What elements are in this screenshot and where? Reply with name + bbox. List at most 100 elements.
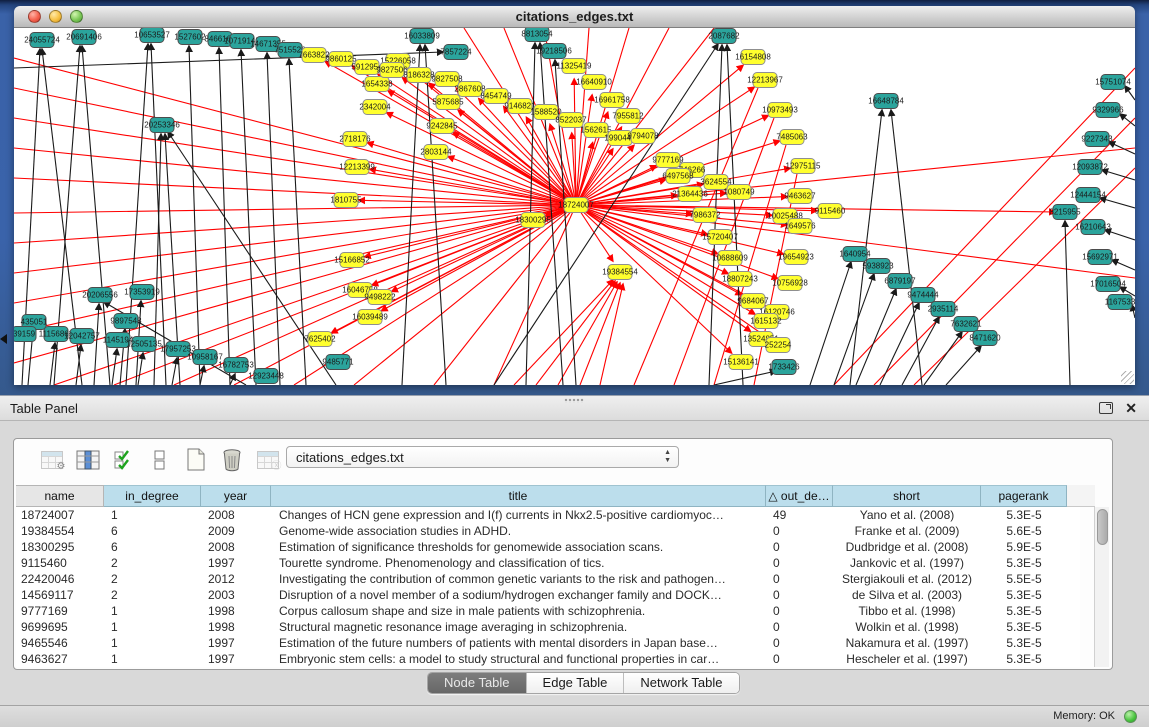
- table-row[interactable]: 1938455462009Genome-wide association stu…: [16, 523, 1080, 539]
- graph-node[interactable]: 9474444: [907, 288, 939, 303]
- graph-node[interactable]: 19384554: [602, 265, 638, 280]
- graph-node[interactable]: 12093872: [1072, 160, 1108, 175]
- graph-node[interactable]: 2718176: [339, 132, 371, 147]
- graph-node[interactable]: 12042757: [64, 329, 100, 344]
- graph-node[interactable]: 8215955: [1049, 205, 1081, 220]
- graph-node[interactable]: 252254: [765, 338, 792, 353]
- scrollbar-thumb[interactable]: [1097, 509, 1108, 545]
- graph-edge-selected[interactable]: [580, 283, 620, 385]
- graph-node[interactable]: 10756928: [772, 276, 808, 291]
- graph-edge-selected[interactable]: [576, 95, 592, 205]
- graph-node[interactable]: 1615132: [750, 314, 782, 329]
- graph-edge[interactable]: [856, 289, 896, 385]
- graph-edge[interactable]: [1125, 86, 1135, 100]
- graph-node[interactable]: 15692971: [1082, 250, 1118, 265]
- table-row[interactable]: 1872400712008Changes of HCN gene express…: [16, 507, 1080, 523]
- graph-node[interactable]: 12444154: [1070, 188, 1106, 203]
- tab-network-table[interactable]: Network Table: [624, 673, 738, 693]
- graph-node[interactable]: 7485063: [776, 130, 808, 145]
- graph-node[interactable]: 11325419: [557, 59, 593, 74]
- network-canvas[interactable]: 2405572420691406106535271527602846616010…: [14, 28, 1135, 385]
- graph-node[interactable]: 2935114: [928, 302, 959, 317]
- graph-node[interactable]: 8813054: [521, 28, 553, 42]
- window-title-bar[interactable]: citations_edges.txt: [14, 6, 1135, 28]
- graph-node[interactable]: 1167533: [1105, 295, 1135, 310]
- graph-node[interactable]: 16210643: [1075, 220, 1111, 235]
- graph-edge-selected[interactable]: [359, 200, 576, 205]
- graph-node[interactable]: 9485771: [322, 355, 354, 370]
- graph-edge-selected[interactable]: [448, 157, 576, 205]
- graph-node[interactable]: 15166852: [334, 253, 370, 268]
- tab-edge-table[interactable]: Edge Table: [527, 673, 625, 693]
- graph-node[interactable]: 16033809: [404, 29, 440, 44]
- graph-node[interactable]: 39159: [14, 327, 36, 342]
- split-pane-grabber[interactable]: [564, 398, 584, 403]
- graph-node[interactable]: 12213967: [747, 73, 783, 88]
- graph-node[interactable]: 1733426: [768, 360, 800, 375]
- graph-node[interactable]: 9684067: [737, 294, 769, 309]
- graph-node[interactable]: 7986372: [689, 208, 721, 223]
- graph-edge[interactable]: [200, 366, 204, 385]
- graph-node[interactable]: 6879197: [884, 274, 916, 289]
- graph-node[interactable]: 20691406: [66, 30, 102, 45]
- graph-node[interactable]: 7632621: [950, 317, 982, 332]
- table-options-icon[interactable]: ⚙: [38, 447, 65, 474]
- graph-edge[interactable]: [1112, 260, 1135, 270]
- graph-node[interactable]: 20253346: [144, 118, 180, 133]
- graph-node[interactable]: 7625402: [304, 332, 336, 347]
- graph-edge[interactable]: [138, 353, 143, 385]
- graph-node[interactable]: 15136141: [723, 355, 759, 370]
- graph-edge-selected[interactable]: [14, 88, 576, 205]
- graph-edge[interactable]: [834, 274, 874, 385]
- column-header-title[interactable]: title: [271, 485, 766, 507]
- network-svg[interactable]: 2405572420691406106535271527602846616010…: [14, 28, 1135, 385]
- graph-edge[interactable]: [1100, 198, 1135, 208]
- graph-node[interactable]: 16640910: [576, 75, 612, 90]
- graph-edge[interactable]: [1102, 170, 1135, 180]
- resize-grip[interactable]: [1121, 371, 1134, 384]
- graph-edge[interactable]: [891, 110, 922, 385]
- graph-node[interactable]: 9897548: [110, 314, 142, 329]
- graph-edge[interactable]: [946, 346, 981, 385]
- graph-node[interactable]: 1649576: [784, 219, 816, 234]
- graph-edge[interactable]: [267, 53, 280, 385]
- graph-node[interactable]: 1527602: [174, 30, 206, 45]
- graph-node[interactable]: 20206556: [82, 288, 118, 303]
- table-row[interactable]: 977716911998Corpus callosum shape and si…: [16, 603, 1080, 619]
- graph-node[interactable]: 2087682: [708, 29, 740, 44]
- select-rows-icon[interactable]: [110, 447, 137, 474]
- float-panel-icon[interactable]: [1099, 402, 1113, 414]
- graph-node[interactable]: 16039489: [352, 310, 388, 325]
- graph-node[interactable]: 9463627: [784, 189, 816, 204]
- graph-node[interactable]: 10653527: [134, 28, 170, 43]
- graph-node[interactable]: 12975115: [786, 159, 822, 174]
- graph-node[interactable]: 2803144: [420, 145, 452, 160]
- table-row[interactable]: 1456911722003Disruption of a novel membe…: [16, 587, 1080, 603]
- graph-node[interactable]: 17016504: [1090, 277, 1126, 292]
- graph-node[interactable]: 5938923: [862, 259, 894, 274]
- row-height-icon[interactable]: [146, 447, 173, 474]
- graph-edge-selected[interactable]: [600, 284, 623, 385]
- column-header-pagerank[interactable]: pagerank: [981, 485, 1067, 507]
- graph-node[interactable]: 9794078: [627, 129, 659, 144]
- graph-edge-selected[interactable]: [14, 205, 576, 213]
- graph-edge[interactable]: [714, 371, 776, 385]
- delete-table-icon[interactable]: ⓧ: [254, 447, 281, 474]
- table-row[interactable]: 969969511998Structural magnetic resonanc…: [16, 619, 1080, 635]
- graph-node[interactable]: 10688609: [712, 251, 748, 266]
- graph-node[interactable]: 9227343: [1081, 132, 1113, 147]
- graph-edge-selected[interactable]: [558, 282, 617, 385]
- graph-node[interactable]: 16782753: [218, 358, 254, 373]
- graph-node[interactable]: 1080749: [723, 185, 755, 200]
- graph-edge[interactable]: [112, 349, 117, 385]
- graph-node[interactable]: 1640954: [839, 247, 871, 262]
- graph-edge-selected[interactable]: [576, 205, 732, 353]
- graph-node[interactable]: 17353919: [124, 285, 160, 300]
- graph-node[interactable]: 7857224: [440, 45, 472, 60]
- column-header-year[interactable]: year: [201, 485, 271, 507]
- graph-node[interactable]: 16648784: [868, 94, 904, 109]
- graph-node[interactable]: 16961758: [594, 93, 630, 108]
- column-header-in_degree[interactable]: in_degree: [104, 485, 201, 507]
- table-row[interactable]: 1830029562008Estimation of significance …: [16, 539, 1080, 555]
- delete-entries-icon[interactable]: [218, 447, 245, 474]
